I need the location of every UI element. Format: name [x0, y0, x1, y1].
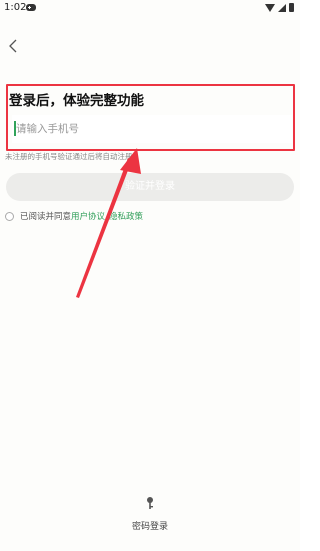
signal-icon: [278, 3, 286, 12]
agreement-row: 已阅读并同意 用户协议 隐私政策: [5, 210, 143, 222]
key-icon: [147, 497, 153, 509]
agree-checkbox[interactable]: [5, 211, 14, 221]
password-login-button[interactable]: 密码登录: [120, 496, 180, 532]
page-title: 登录后，体验完整功能: [9, 93, 144, 109]
agreement-prefix: 已阅读并同意: [20, 212, 72, 222]
chevron-left-icon: [9, 39, 17, 53]
phone-input[interactable]: [12, 115, 292, 143]
login-screen: 1:02 登录后，体验完整功能 未注册的手机号验证通过后将自动注册 验证并登录 …: [0, 0, 300, 551]
status-bar: 1:02: [0, 0, 300, 18]
annotation-arrow: [76, 148, 141, 298]
text-cursor: [14, 121, 16, 136]
password-login-label: 密码登录: [131, 522, 168, 532]
status-time: 1:02: [4, 2, 27, 13]
register-hint: 未注册的手机号验证通过后将自动注册: [5, 152, 133, 161]
status-icons: [265, 3, 294, 12]
verify-login-button[interactable]: 验证并登录: [6, 173, 294, 201]
back-button[interactable]: [4, 36, 24, 56]
battery-icon: [289, 3, 294, 12]
wifi-icon: [265, 3, 275, 12]
privacy-policy-link[interactable]: 隐私政策: [109, 210, 143, 222]
user-agreement-link[interactable]: 用户协议: [71, 210, 105, 222]
gamepad-icon: [26, 4, 36, 11]
